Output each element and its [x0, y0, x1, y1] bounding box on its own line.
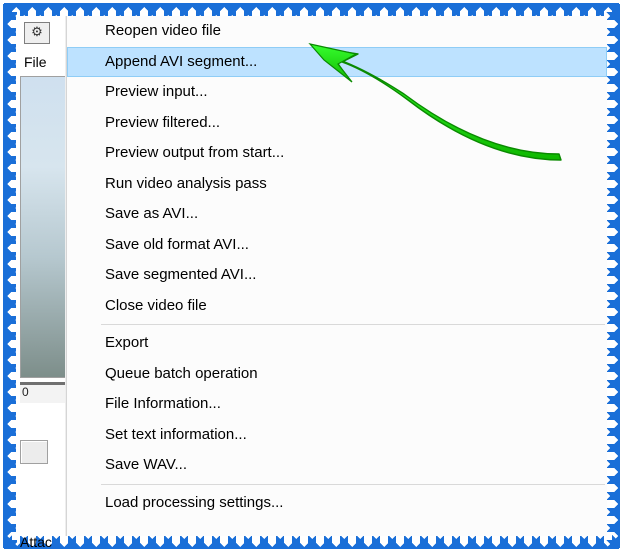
menu-item-close-video-file[interactable]: Close video file: [67, 291, 607, 322]
menu-item-label: Load processing settings...: [105, 494, 283, 511]
ruler-zero-label: 0: [22, 385, 29, 399]
file-dropdown-menu: Reopen video file Append AVI segment... …: [66, 16, 607, 536]
menu-item-label: Save WAV...: [105, 456, 187, 473]
menu-item-label: Preview filtered...: [105, 114, 220, 131]
menu-separator: [101, 324, 605, 325]
menu-item-label: Export: [105, 334, 148, 351]
menu-item-preview-filtered[interactable]: Preview filtered...: [67, 108, 607, 139]
menu-item-append-avi-segment[interactable]: Append AVI segment...: [67, 47, 607, 78]
menubar-file[interactable]: File: [24, 54, 47, 70]
timeline-step-button[interactable]: [20, 440, 48, 464]
menu-separator: [101, 484, 605, 485]
menu-item-save-wav[interactable]: Save WAV...: [67, 450, 607, 481]
menu-item-label: Reopen video file: [105, 22, 221, 39]
menu-item-label: Append AVI segment...: [105, 53, 257, 70]
menu-item-save-old-format-avi[interactable]: Save old format AVI...: [67, 230, 607, 261]
menu-item-label: Save as AVI...: [105, 205, 198, 222]
menu-item-reopen-video[interactable]: Reopen video file: [67, 16, 607, 47]
menu-item-load-processing-settings[interactable]: Load processing settings...: [67, 488, 607, 519]
menu-item-label: File Information...: [105, 395, 221, 412]
menu-item-label: Save segmented AVI...: [105, 266, 256, 283]
menu-item-label: Preview output from start...: [105, 144, 284, 161]
process-toolbar-button[interactable]: ⚙: [24, 22, 50, 44]
screenshot-frame: ⚙ File 0 Attac Reopen video file Append …: [4, 4, 619, 548]
menu-item-set-text-information[interactable]: Set text information...: [67, 420, 607, 451]
menu-item-label: Save old format AVI...: [105, 236, 249, 253]
attach-label-partial: Attac: [20, 534, 52, 550]
menu-item-preview-input[interactable]: Preview input...: [67, 77, 607, 108]
video-preview-pane: [20, 76, 68, 378]
timeline-ruler[interactable]: 0: [20, 382, 68, 403]
menu-item-label: Queue batch operation: [105, 365, 258, 382]
menu-item-queue-batch-operation[interactable]: Queue batch operation: [67, 359, 607, 390]
menu-item-save-as-avi[interactable]: Save as AVI...: [67, 199, 607, 230]
menu-item-label: Run video analysis pass: [105, 175, 267, 192]
menu-item-file-information[interactable]: File Information...: [67, 389, 607, 420]
app-window-left-strip: ⚙ File 0 Attac: [16, 16, 66, 536]
menu-item-label: Close video file: [105, 297, 207, 314]
menu-item-preview-output-from-start[interactable]: Preview output from start...: [67, 138, 607, 169]
menu-item-save-segmented-avi[interactable]: Save segmented AVI...: [67, 260, 607, 291]
menu-item-label: Set text information...: [105, 426, 247, 443]
menu-item-label: Preview input...: [105, 83, 208, 100]
menu-item-run-video-analysis[interactable]: Run video analysis pass: [67, 169, 607, 200]
menu-item-export[interactable]: Export: [67, 328, 607, 359]
gear-icon: ⚙: [31, 24, 43, 39]
